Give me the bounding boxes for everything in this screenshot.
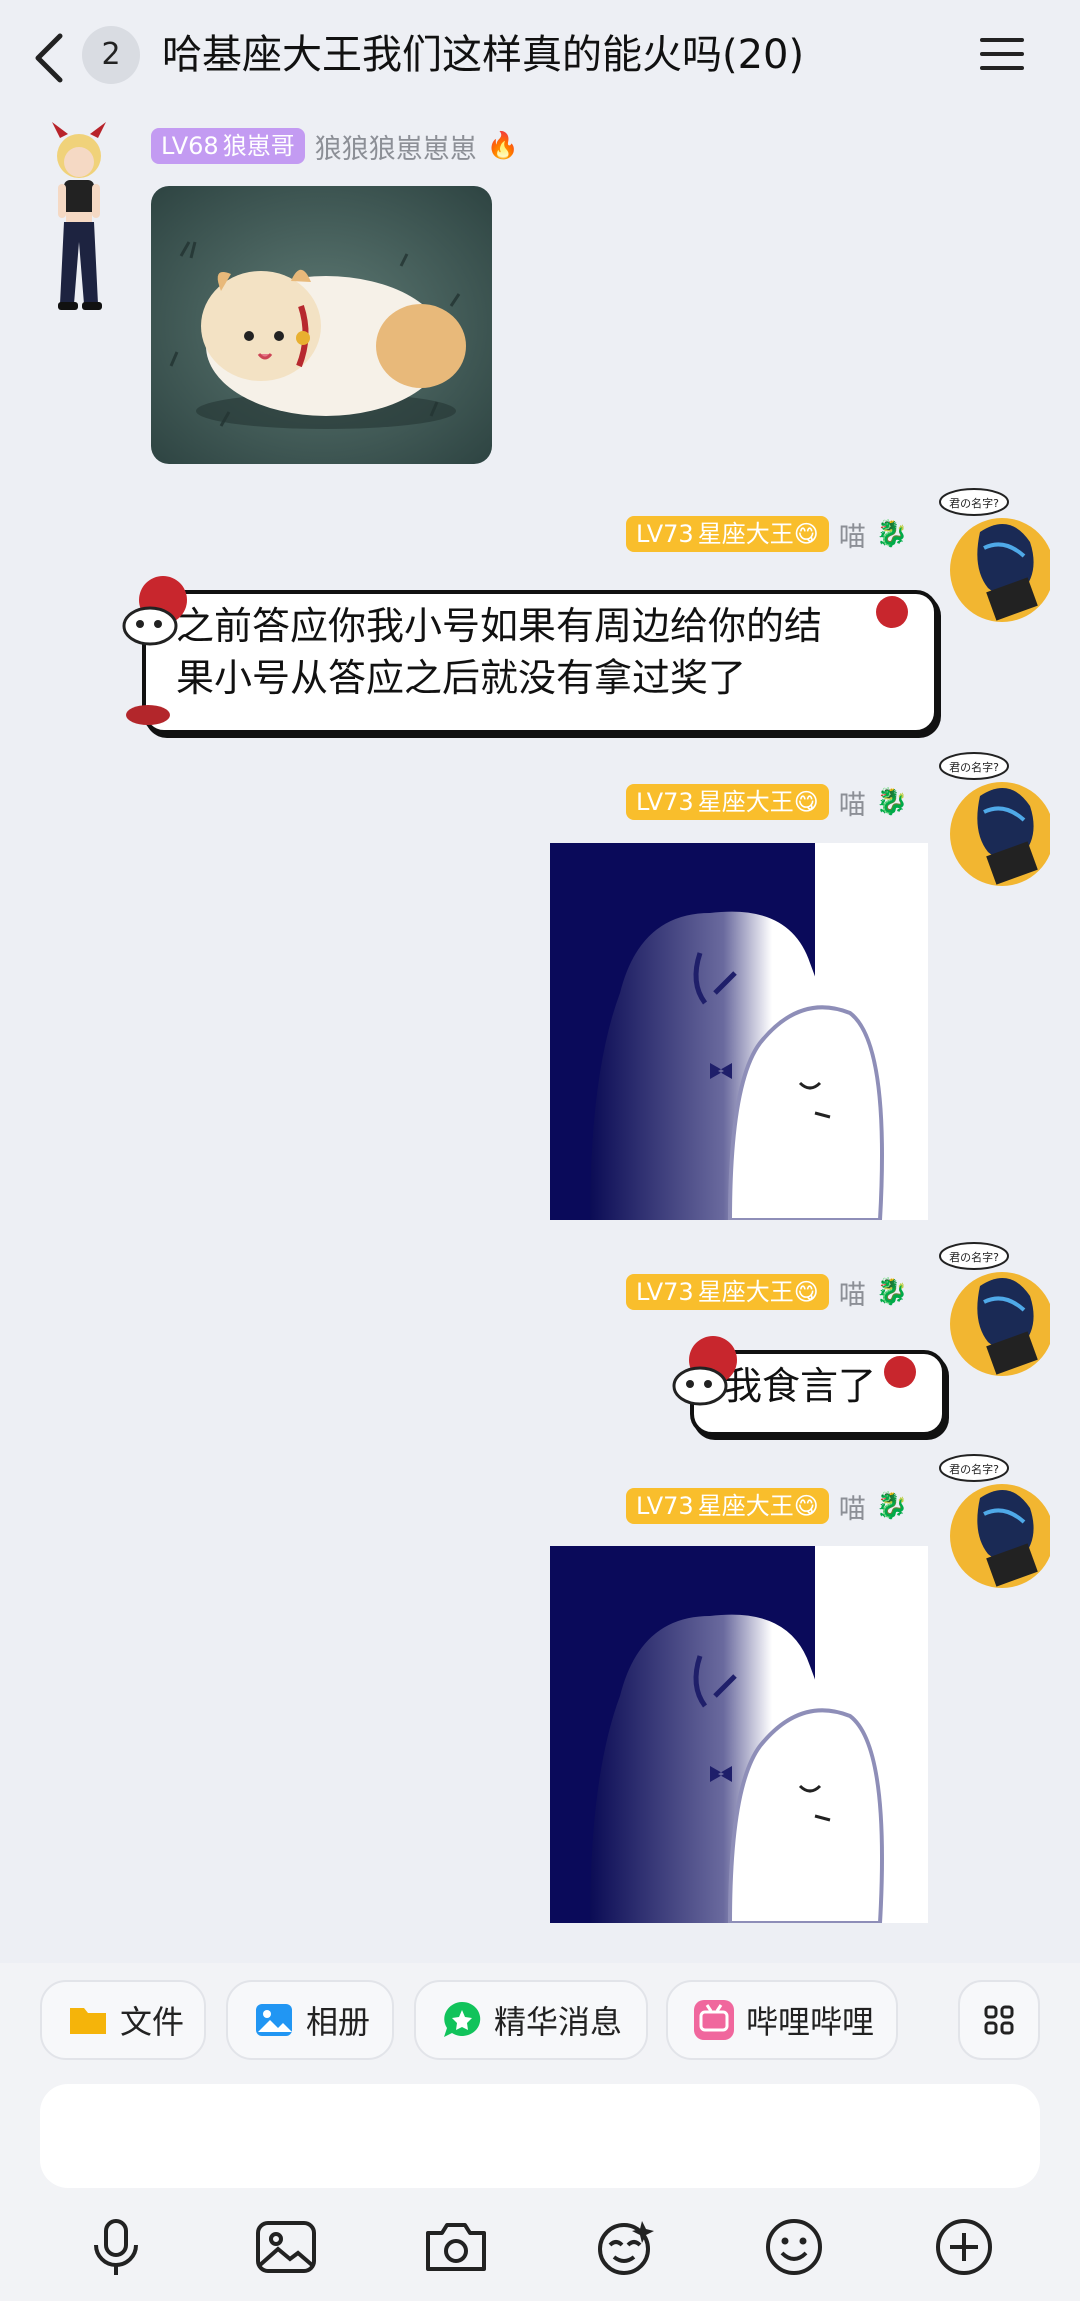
level-badge: LV73 星座大王😋 <box>626 1488 829 1524</box>
title-tag: 星座大王😋 <box>697 788 819 816</box>
message-text-line: 之前答应你我小号如果有周边给你的结 <box>176 604 823 648</box>
sender-name-row: LV73 星座大王😋 喵 🐉 <box>626 784 909 821</box>
level-badge: LV73 星座大王😋 <box>626 516 829 552</box>
sender-avatar[interactable]: 君の名字? <box>930 1242 1054 1382</box>
plus-icon[interactable] <box>932 2215 996 2279</box>
folder-icon <box>70 2008 106 2034</box>
quick-action-album[interactable]: 相册 <box>226 1980 394 2060</box>
sender-avatar[interactable] <box>38 122 120 312</box>
dragon-badge-icon: 🐉 <box>875 1277 909 1307</box>
level-text: LV73 <box>636 520 694 548</box>
sender-nickname: 喵 <box>838 521 866 553</box>
title-tag: 星座大王😋 <box>697 1278 819 1306</box>
bubble-splash-icon <box>126 705 170 725</box>
dragon-badge-icon: 🐉 <box>875 519 909 549</box>
avatar-speech-text: 君の名字? <box>949 760 999 774</box>
avatar-speech-text: 君の名字? <box>949 1462 999 1476</box>
bubble-strawberry-icon <box>884 1356 916 1388</box>
level-text: LV73 <box>636 1492 694 1520</box>
avatar-image: 君の名字? <box>939 1454 1054 1588</box>
quick-action-label: 相册 <box>306 2003 371 2041</box>
avatar-speech-text: 君の名字? <box>949 1250 999 1264</box>
bubble-cat-decoration-icon <box>122 576 187 646</box>
back-arrow-icon[interactable] <box>30 30 70 86</box>
level-badge: LV68 狼崽哥 <box>151 128 305 164</box>
avatar-image: 君の名字? <box>939 488 1054 622</box>
text-message-bubble[interactable]: 之前答应你我小号如果有周边给你的结 果小号从答应之后就没有拿过奖了 <box>142 590 938 734</box>
image-icon[interactable] <box>254 2215 318 2279</box>
chat-header: 2 哈基座大王我们这样真的能火吗(20) <box>0 0 1080 110</box>
quick-action-bilibili[interactable]: 哔哩哔哩 <box>666 1980 898 2060</box>
sender-nickname: 喵 <box>838 1279 866 1311</box>
album-icon <box>256 2004 292 2036</box>
avatar-speech-text: 君の名字? <box>949 496 999 510</box>
level-text: LV73 <box>636 788 694 816</box>
quick-action-label: 文件 <box>120 2003 185 2041</box>
quick-action-label: 哔哩哔哩 <box>746 2003 875 2041</box>
level-text: LV68 <box>161 132 219 160</box>
more-apps-button[interactable] <box>958 1980 1040 2060</box>
sender-name-row: LV73 星座大王😋 喵 🐉 <box>626 516 909 553</box>
bubble-strawberry-icon <box>876 596 908 628</box>
quick-action-file[interactable]: 文件 <box>40 1980 206 2060</box>
avatar-image: 君の名字? <box>939 1242 1054 1376</box>
avatar-image: 君の名字? <box>939 752 1054 886</box>
sleeping-cat-image <box>151 186 492 464</box>
sender-nickname: 喵 <box>838 789 866 821</box>
flame-badge-icon: 🔥 <box>486 131 520 161</box>
dragon-badge-icon: 🐉 <box>875 787 909 817</box>
title-tag: 星座大王😋 <box>697 1492 819 1520</box>
message-input[interactable] <box>40 2084 1040 2188</box>
sender-name-row: LV68 狼崽哥 狼狼狼崽崽崽 🔥 <box>151 128 520 165</box>
level-text: LV73 <box>636 1278 694 1306</box>
unread-count-badge[interactable]: 2 <box>82 26 140 84</box>
image-message-meme[interactable] <box>550 1546 928 1923</box>
sender-name-row: LV73 星座大王😋 喵 🐉 <box>626 1488 909 1525</box>
sticker-icon[interactable] <box>592 2215 656 2279</box>
sender-avatar[interactable]: 君の名字? <box>930 488 1054 628</box>
apps-grid-icon <box>984 2005 1014 2035</box>
sender-nickname: 喵 <box>838 1493 866 1525</box>
chat-title[interactable]: 哈基座大王我们这样真的能火吗(20) <box>162 26 804 84</box>
image-message-meme[interactable] <box>550 843 928 1220</box>
sender-avatar[interactable]: 君の名字? <box>930 1454 1054 1594</box>
dragon-badge-icon: 🐉 <box>875 1491 909 1521</box>
sender-nickname: 狼狼狼崽崽崽 <box>314 133 477 165</box>
bubble-cat-decoration-icon <box>672 1336 737 1406</box>
sender-name-row: LV73 星座大王😋 喵 🐉 <box>626 1274 909 1311</box>
shadow-cat-meme-image <box>550 843 928 1220</box>
camera-icon[interactable] <box>424 2215 488 2279</box>
emoji-icon[interactable] <box>762 2215 826 2279</box>
message-text-line: 果小号从答应之后就没有拿过奖了 <box>176 656 747 700</box>
image-message-cat[interactable] <box>151 186 492 464</box>
sender-avatar[interactable]: 君の名字? <box>930 752 1054 892</box>
menu-icon[interactable] <box>978 34 1026 74</box>
quick-action-highlights[interactable]: 精华消息 <box>414 1980 648 2060</box>
level-badge: LV73 星座大王😋 <box>626 784 829 820</box>
title-tag: 星座大王😋 <box>697 520 819 548</box>
title-tag: 狼崽哥 <box>222 132 295 160</box>
bilibili-icon <box>694 2000 734 2040</box>
microphone-icon[interactable] <box>84 2215 148 2279</box>
star-chat-icon <box>444 2001 481 2037</box>
level-badge: LV73 星座大王😋 <box>626 1274 829 1310</box>
quick-action-label: 精华消息 <box>494 2003 623 2041</box>
shadow-cat-meme-image <box>550 1546 928 1923</box>
